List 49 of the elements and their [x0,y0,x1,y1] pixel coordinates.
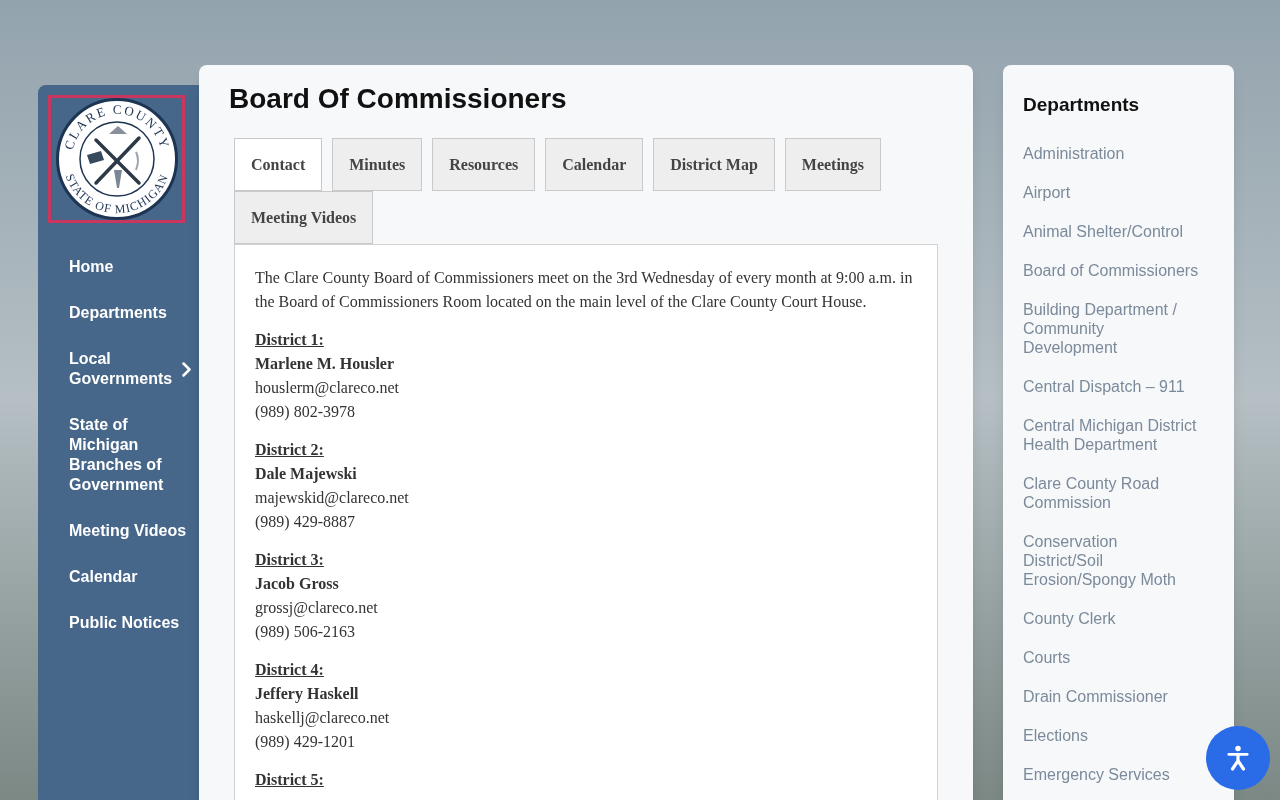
nav-link[interactable]: Departments [38,290,199,336]
tab[interactable]: Calendar [545,138,644,191]
department-link[interactable]: Drain Commissioner [1023,677,1200,716]
tab[interactable]: Minutes [332,138,423,191]
district-heading: District 2: [255,440,324,460]
department-link[interactable]: Building Department / Community Development [1023,290,1200,367]
phone-text: (989) 802-3978 [255,402,355,423]
department-link[interactable]: Conservation District/Soil Erosion/Spongy Moth [1023,522,1200,599]
departments-heading: Departments [1023,93,1141,117]
nav-link[interactable]: Home [38,244,199,290]
tab[interactable]: Resources [432,138,536,191]
commissioner-name: Jeffery Haskell [255,684,359,705]
district-heading: District 1: [255,330,324,350]
district-heading: District 5: [255,770,324,790]
intro-paragraph: The Clare County Board of Commissioners meet on the 3rd Wednesday of every month at 9:00 a.m. in the Board of Commissioners Room located on the main level of the Clare County Court House. [255,268,914,313]
department-link[interactable]: Courts [1023,638,1200,677]
email-text: houslerm@clareco.net [255,378,399,399]
commissioner-name: Jacob Gross [255,574,339,594]
department-link[interactable]: Animal Shelter/Control [1023,212,1200,251]
nav-link[interactable]: Local Governments [38,336,199,402]
nav-link[interactable]: Calendar [38,554,199,600]
department-link[interactable]: Emergency Services [1023,755,1200,794]
tab[interactable]: Contact [234,138,323,191]
email-text: majewskid@clareco.net [255,488,409,509]
department-link[interactable]: Clare County Road Commission [1023,464,1200,522]
email-text: haskellj@clareco.net [255,708,390,729]
nav-link[interactable]: State of Michigan Branches of Government [38,402,199,508]
tab[interactable]: District Map [653,138,775,191]
department-link[interactable]: Central Dispatch – 911 [1023,367,1200,406]
commissioner-name: Marlene M. Housler [255,354,395,374]
district-heading: District 3: [255,550,324,570]
department-link[interactable]: Airport [1023,173,1200,212]
accessibility-icon [1227,745,1249,771]
commissioner-name: Dale Majewski [255,464,357,485]
nav-link[interactable]: Public Notices [38,600,199,646]
page-title: Board Of Commissioners [229,82,568,116]
district-heading: District 4: [255,660,324,680]
department-link[interactable]: Board of Commissioners [1023,251,1200,290]
nav-link[interactable]: Meeting Videos [38,508,199,554]
email-text: grossj@clareco.net [255,598,378,619]
phone-text: (989) 429-1201 [255,732,355,753]
department-link[interactable]: Central Michigan District Health Department [1023,406,1200,464]
phone-text: (989) 506-2163 [255,622,355,643]
department-link[interactable]: County Clerk [1023,599,1200,638]
department-link[interactable]: Administration [1023,134,1200,173]
phone-text: (989) 429-8887 [255,512,355,533]
tab[interactable]: Meetings [784,138,881,191]
department-link[interactable]: Elections [1023,716,1200,755]
tab[interactable]: Meeting Videos [234,191,374,244]
